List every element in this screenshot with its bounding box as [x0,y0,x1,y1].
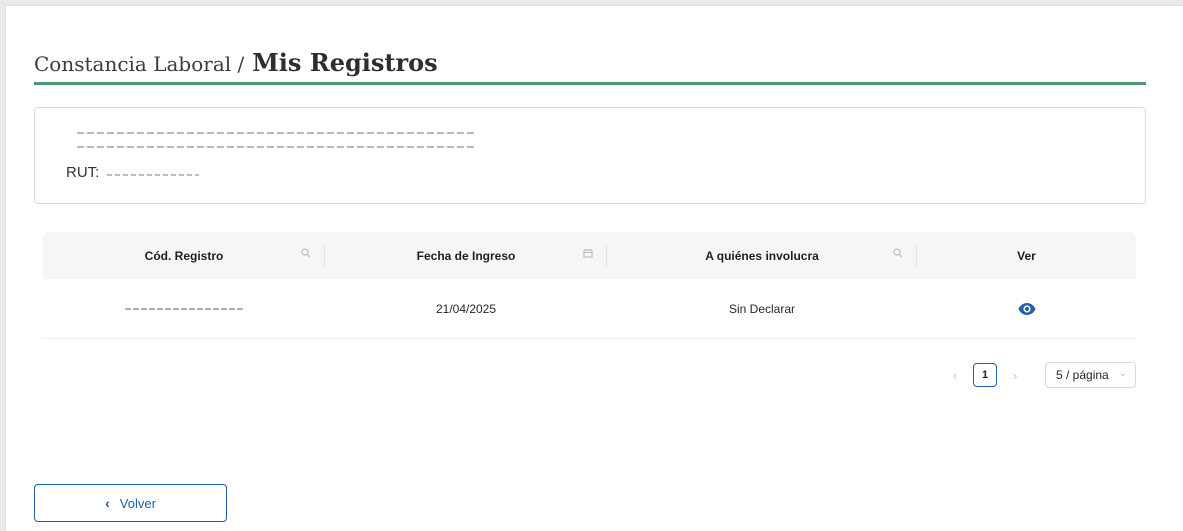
column-header-cod-registro[interactable]: Cód. Registro [43,232,325,279]
column-header-involucra[interactable]: A quiénes involucra [607,232,917,279]
page-size-value: 5 / página [1056,368,1109,382]
redacted-employer-name [77,132,477,134]
title-divider [34,82,1146,85]
page-title: Constancia Laboral / Mis Registros [34,48,438,77]
chevron-left-icon: ‹ [105,495,110,511]
cell-involucra: Sin Declarar [728,301,796,316]
page-size-select[interactable]: 5 / página ⌄ [1045,362,1136,388]
column-header-ver: Ver [917,232,1136,279]
column-label: Fecha de Ingreso [416,248,516,263]
breadcrumb: Constancia Laboral / [34,52,245,76]
redacted-employer-address [77,146,477,148]
next-page-button[interactable]: › [1003,368,1027,383]
column-label: Cód. Registro [144,248,224,263]
cell-cod-registro [43,279,325,338]
pagination: ‹ 1 › 5 / página ⌄ [943,362,1136,388]
search-icon[interactable] [301,248,311,261]
prev-page-button[interactable]: ‹ [943,368,967,383]
eye-icon[interactable] [1018,302,1036,316]
search-icon[interactable] [893,248,903,261]
cell-fecha: 21/04/2025 [435,301,497,316]
employer-info-card: RUT: [34,107,1146,204]
back-button-label: Volver [119,495,156,511]
page-heading: Mis Registros [252,48,438,77]
column-label: Ver [1017,248,1036,263]
rut-label: RUT: [66,164,100,181]
column-header-fecha-ingreso[interactable]: Fecha de Ingreso [325,232,607,279]
back-button[interactable]: ‹ Volver [34,484,227,522]
page-number-current[interactable]: 1 [973,363,997,387]
redacted-rut-value [107,173,200,176]
rut-row: RUT: [66,164,200,181]
table-header: Cód. Registro Fecha de Ingreso A quiénes… [43,232,1136,279]
table-row: 21/04/2025 Sin Declarar [43,279,1136,339]
calendar-icon[interactable] [583,248,593,261]
cell-ver [917,279,1136,338]
chevron-down-icon: ⌄ [1118,368,1127,379]
page-card: Constancia Laboral / Mis Registros RUT: … [6,6,1183,531]
redacted-record-code [125,307,243,310]
column-label: A quiénes involucra [705,248,819,263]
records-table: Cód. Registro Fecha de Ingreso A quiénes… [43,232,1136,339]
